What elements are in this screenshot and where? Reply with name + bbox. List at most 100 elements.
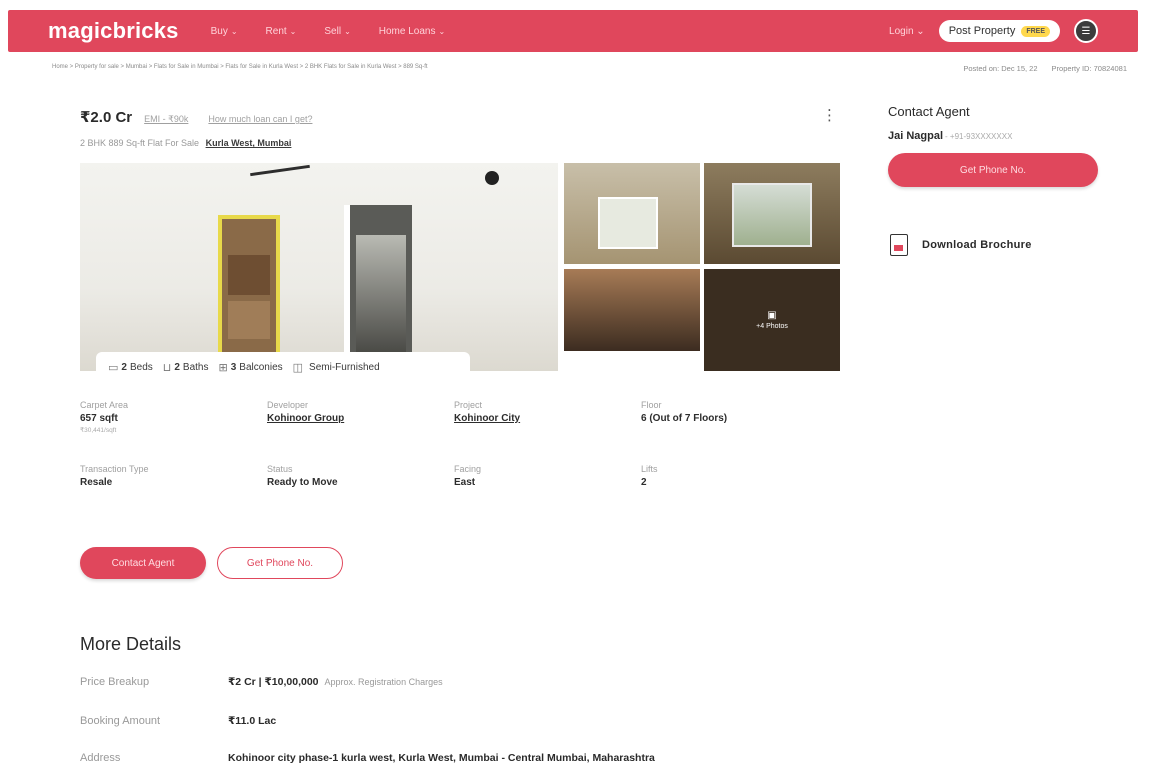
amenity-label: Balconies [239, 361, 283, 373]
amenity-baths: ⊔ 2 Baths [163, 361, 209, 374]
download-brochure-link[interactable]: Download Brochure [890, 234, 1032, 256]
info-label: Transaction Type [80, 464, 149, 474]
amenity-balconies: ⊞ 3 Balconies [219, 361, 283, 374]
main-photo[interactable] [80, 163, 558, 371]
info-value: East [454, 477, 476, 488]
info-transaction: Transaction Type Resale [80, 464, 267, 528]
staircase [356, 235, 406, 365]
chevron-down-icon: ⌄ [289, 26, 297, 36]
detail-extra: Approx. Registration Charges [324, 677, 443, 687]
more-options-icon[interactable]: ⋮ [822, 106, 837, 124]
info-label: Carpet Area [80, 400, 129, 410]
balcony-icon: ⊞ [218, 361, 228, 374]
info-label: Floor [641, 400, 662, 410]
breadcrumb[interactable]: Home > Property for sale > Mumbai > Flat… [52, 64, 428, 70]
info-value[interactable]: 657 sqft [80, 413, 267, 424]
price-row: ₹2.0 Cr EMI - ₹90k How much loan can I g… [80, 108, 312, 126]
detail-label: Booking Amount [80, 715, 161, 727]
info-label: Project [454, 400, 483, 410]
more-photos-thumb[interactable]: ▣ +4 Photos [704, 269, 840, 371]
amenity-label: Beds [129, 361, 153, 373]
developer-link[interactable]: Kohinoor Group [267, 413, 454, 424]
window [598, 197, 658, 249]
detail-booking-amount: Booking Amount ₹11.0 Lac [80, 715, 276, 727]
info-label: Developer [267, 400, 309, 410]
info-lifts: Lifts 2 [641, 464, 828, 528]
photo-gallery: ▣ +4 Photos [80, 163, 840, 371]
detail-address: Address Kohinoor city phase-1 kurla west… [80, 752, 655, 764]
get-phone-button[interactable]: Get Phone No. [217, 547, 343, 579]
ceiling-fan [250, 165, 310, 175]
listing-subtitle: 2 BHK 889 Sq-ft Flat For Sale Kurla West… [80, 138, 291, 148]
amenity-beds: ▭ 2 Beds [108, 361, 153, 374]
info-label: Facing [454, 464, 482, 474]
amenity-furnishing: ◫ Semi-Furnished [293, 361, 380, 374]
amenity-label: Semi-Furnished [309, 361, 380, 373]
nav-buy[interactable]: Buy ⌄ [211, 26, 238, 37]
amenity-strip: ▭ 2 Beds ⊔ 2 Baths ⊞ 3 Balconies ◫ Semi-Furnish… [96, 352, 470, 382]
nav-sell[interactable]: Sell ⌄ [324, 26, 350, 37]
nav-rent[interactable]: Rent ⌄ [266, 26, 297, 37]
loan-eligibility-link[interactable]: How much loan can I get? [208, 114, 312, 124]
property-id: Property ID: 70824081 [1051, 64, 1127, 73]
bath-icon: ⊔ [162, 361, 172, 374]
info-floor: Floor 6 (Out of 7 Floors) [641, 400, 828, 464]
amenity-count: 3 [230, 361, 237, 373]
photo-count: +4 Photos [756, 323, 788, 330]
post-property-button[interactable]: Post Property FREE [938, 20, 1060, 42]
logo[interactable]: magicbricks [48, 18, 179, 44]
chevron-down-icon: ⌄ [344, 26, 351, 36]
project-link[interactable]: Kohinoor City [454, 413, 641, 424]
brochure-label: Download Brochure [922, 239, 1032, 251]
camera-icon: ▣ [767, 310, 777, 321]
listing-type: 2 BHK 889 Sq-ft Flat For Sale [80, 138, 200, 148]
header-actions: Login ⌄ Post Property FREE ☰ [889, 19, 1098, 43]
pdf-icon [890, 234, 908, 256]
detail-label: Price Breakup [80, 676, 150, 688]
hamburger-menu-icon[interactable]: ☰ [1074, 19, 1098, 43]
agent-name: Jai Nagpal [888, 130, 944, 142]
login-link[interactable]: Login ⌄ [889, 26, 925, 37]
top-header: magicbricks Buy ⌄ Rent ⌄ Sell ⌄ Home Loans ⌄… [8, 10, 1138, 52]
info-project: Project Kohinoor City [454, 400, 641, 464]
nav-buy-label: Buy [210, 25, 228, 37]
price: ₹2.0 Cr [80, 109, 133, 126]
emi-link[interactable]: EMI - ₹90k [144, 114, 188, 125]
photo-thumb-2[interactable] [704, 163, 840, 264]
photo-thumb-1[interactable] [564, 163, 700, 264]
amenity-count: 2 [121, 361, 127, 373]
photo-thumb-3[interactable] [564, 269, 700, 351]
info-status: Status Ready to Move [267, 464, 454, 528]
free-badge: FREE [1021, 25, 1050, 37]
info-value: Resale [80, 477, 113, 488]
sidebar-get-phone-button[interactable]: Get Phone No. [888, 153, 1098, 187]
nav-home-loans-label: Home Loans [378, 25, 436, 37]
nav-rent-label: Rent [265, 25, 287, 37]
wall-fixture [485, 171, 499, 185]
info-row: Transaction Type Resale Status Ready to … [80, 464, 840, 528]
amenity-label: Baths [182, 361, 209, 373]
info-facing: Facing East [454, 464, 641, 528]
location-link[interactable]: Kurla West, Mumbai [206, 138, 292, 148]
chevron-down-icon: ⌄ [916, 25, 925, 37]
nav-home-loans[interactable]: Home Loans ⌄ [379, 26, 445, 37]
chevron-down-icon: ⌄ [230, 26, 238, 36]
info-row: Carpet Area 657 sqft ₹30,441/sqft Develo… [80, 400, 840, 464]
info-carpet-area: Carpet Area 657 sqft ₹30,441/sqft [80, 400, 267, 464]
main-nav: Buy ⌄ Rent ⌄ Sell ⌄ Home Loans ⌄ [211, 26, 446, 37]
detail-value: ₹2 Cr | ₹10,00,000 [228, 676, 319, 688]
agent-info: Jai Nagpal - +91-93XXXXXXX [888, 130, 1012, 142]
login-label: Login [889, 25, 914, 37]
listing-meta: Posted on: Dec 15, 22 Property ID: 70824… [963, 64, 1127, 73]
contact-agent-button[interactable]: Contact Agent [80, 547, 206, 579]
amenity-count: 2 [174, 361, 180, 373]
kitchen-cabinet [228, 255, 270, 295]
bed-icon: ▭ [108, 361, 119, 374]
detail-price-breakup: Price Breakup ₹2 Cr | ₹10,00,000 Approx.… [80, 676, 443, 688]
kitchen-doorway [218, 215, 280, 365]
hall-doorway [344, 205, 412, 371]
chevron-down-icon: ⌄ [438, 26, 446, 36]
info-value: 2 [641, 477, 647, 488]
detail-label: Address [80, 752, 121, 764]
kitchen-cabinet [228, 301, 270, 339]
